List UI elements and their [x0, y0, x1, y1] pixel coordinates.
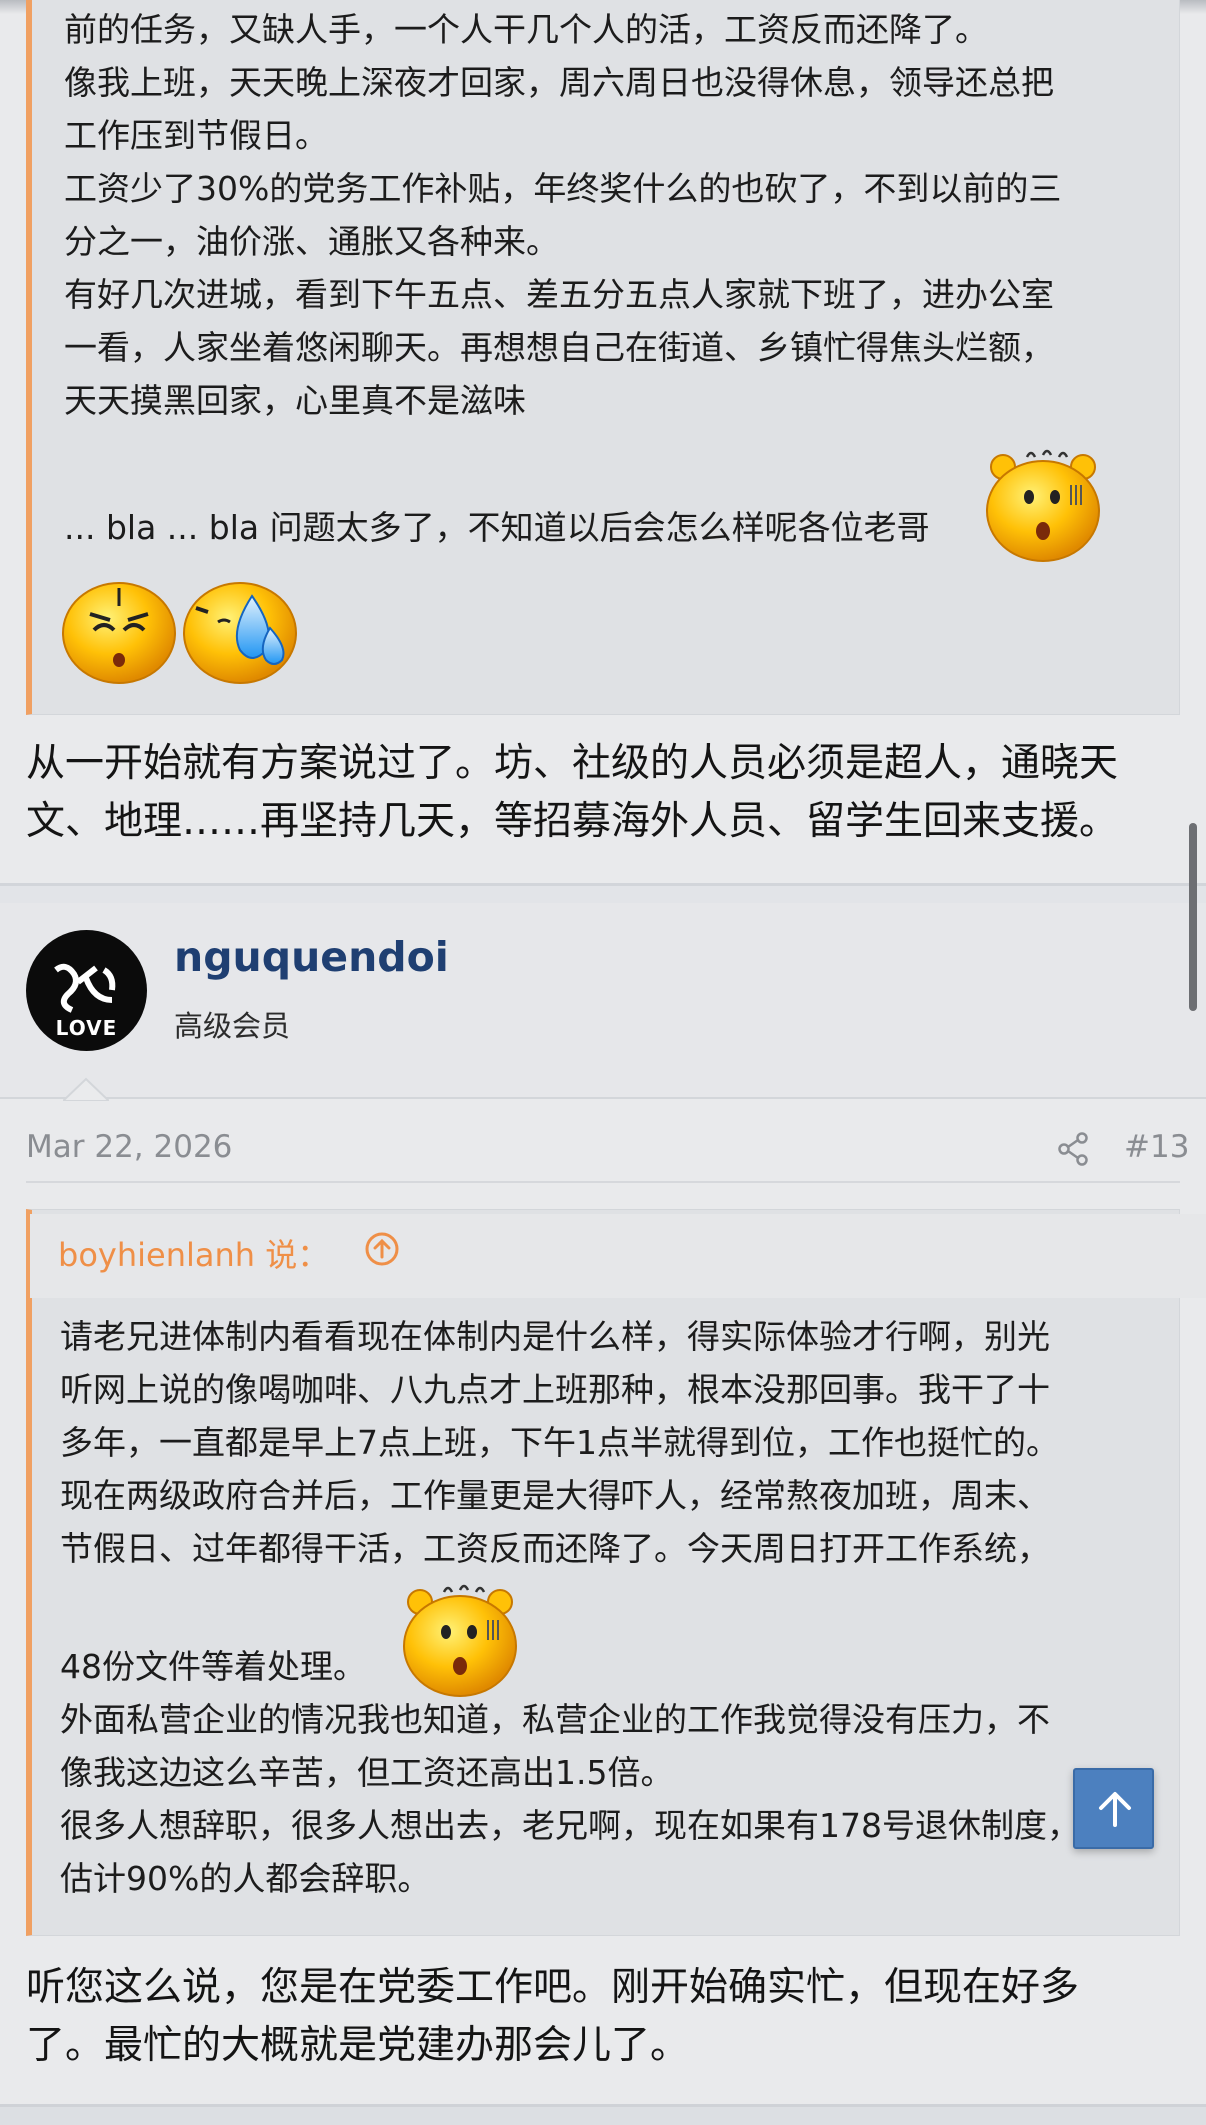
quote-line: 节假日、过年都得干活，工资反而还降了。今天周日打开工作系统，	[60, 1529, 1050, 1568]
post-number-link[interactable]: #13	[1124, 1129, 1189, 1165]
post-separator	[0, 883, 1206, 903]
scrollbar-thumb[interactable]	[1189, 823, 1197, 1011]
user-title: 高级会员	[174, 1009, 291, 1043]
quote-line: 估计90%的人都会辞职。	[60, 1859, 431, 1898]
post-separator	[0, 2104, 1206, 2125]
header-pointer	[63, 1077, 109, 1101]
body-line: 从一开始就有方案说过了。坊、社级的人员必须是超人，通晓天	[26, 741, 1119, 786]
quote-line: ... bla ... bla 问题太多了，不知道以后会怎么样呢各位老哥	[64, 508, 930, 547]
quote-line: 外面私营企业的情况我也知道，私营企业的工作我觉得没有压力，不	[60, 1700, 1050, 1739]
body-line: 了。最忙的大概就是党建办那会儿了。	[26, 2023, 690, 2068]
body-line: 文、地理……再坚持几天，等招募海外人员、留学生回来支援。	[26, 799, 1119, 844]
quote-line: 像我上班，天天晚上深夜才回家，周六周日也没得休息，领导还总把	[64, 63, 1054, 102]
quote-line: 一看，人家坐着悠闲聊天。再想想自己在街道、乡镇忙得焦头烂额，	[64, 328, 1054, 367]
quote-author-link[interactable]: boyhienlanh 说：	[58, 1230, 329, 1276]
worried-face-icon	[60, 578, 178, 686]
quote-line: 很多人想辞职，很多人想出去，老兄啊，现在如果有178号退休制度，	[60, 1806, 1080, 1845]
sweat-face-icon	[182, 578, 302, 686]
quote-line: 前的任务，又缺人手，一个人干几个人的活，工资反而还降了。	[64, 10, 988, 49]
quote-line: 有好几次进城，看到下午五点、差五分五点人家就下班了，进办公室	[64, 275, 1054, 314]
quote-line: 48份文件等着处理。	[60, 1647, 366, 1686]
post-date[interactable]: Mar 22, 2026	[26, 1129, 232, 1165]
body-line: 听您这么说，您是在党委工作吧。刚开始确实忙，但现在好多	[26, 1965, 1080, 2010]
quote-line: 工作压到节假日。	[64, 116, 328, 155]
scroll-to-top-button[interactable]	[1073, 1768, 1154, 1849]
arrow-up-circle-icon[interactable]	[364, 1231, 400, 1271]
quote-line: 听网上说的像喝咖啡、八九点才上班那种，根本没那回事。我干了十	[60, 1370, 1050, 1409]
quote-line: 现在两级政府合并后，工作量更是大得吓人，经常熬夜加班，周末、	[60, 1476, 1050, 1515]
avatar-text: LOVE	[55, 1016, 118, 1040]
post-body-post13: 听您这么说，您是在党委工作吧。刚开始确实忙，但现在好多 了。最忙的大概就是党建办…	[26, 1959, 1180, 2075]
meta-divider	[26, 1181, 1180, 1183]
quote-line: 工资少了30%的党务工作补贴，年终奖什么的也砍了，不到以前的三	[64, 169, 1062, 208]
username-link[interactable]: nguquendoi	[174, 933, 449, 981]
dizzy-face-icon	[400, 1580, 520, 1700]
quote-line: 多年，一直都是早上7点上班，下午1点半就得到位，工作也挺忙的。	[60, 1423, 1059, 1462]
share-icon[interactable]	[1057, 1132, 1089, 1170]
quote-line: 分之一，油价涨、通胀又各种来。	[64, 222, 559, 261]
quote-header: boyhienlanh 说：	[30, 1214, 1206, 1298]
dizzy-face-icon	[983, 445, 1103, 565]
quote-line: 请老兄进体制内看看现在体制内是什么样，得实际体验才行啊，别光	[60, 1317, 1050, 1356]
avatar[interactable]: LOVE	[26, 930, 147, 1051]
post-body-post12: 从一开始就有方案说过了。坊、社级的人员必须是超人，通晓天 文、地理……再坚持几天…	[26, 735, 1180, 851]
quote-line: 天天摸黑回家，心里真不是滋味	[64, 381, 526, 420]
quote-line: 像我这边这么辛苦，但工资还高出1.5倍。	[60, 1753, 674, 1792]
